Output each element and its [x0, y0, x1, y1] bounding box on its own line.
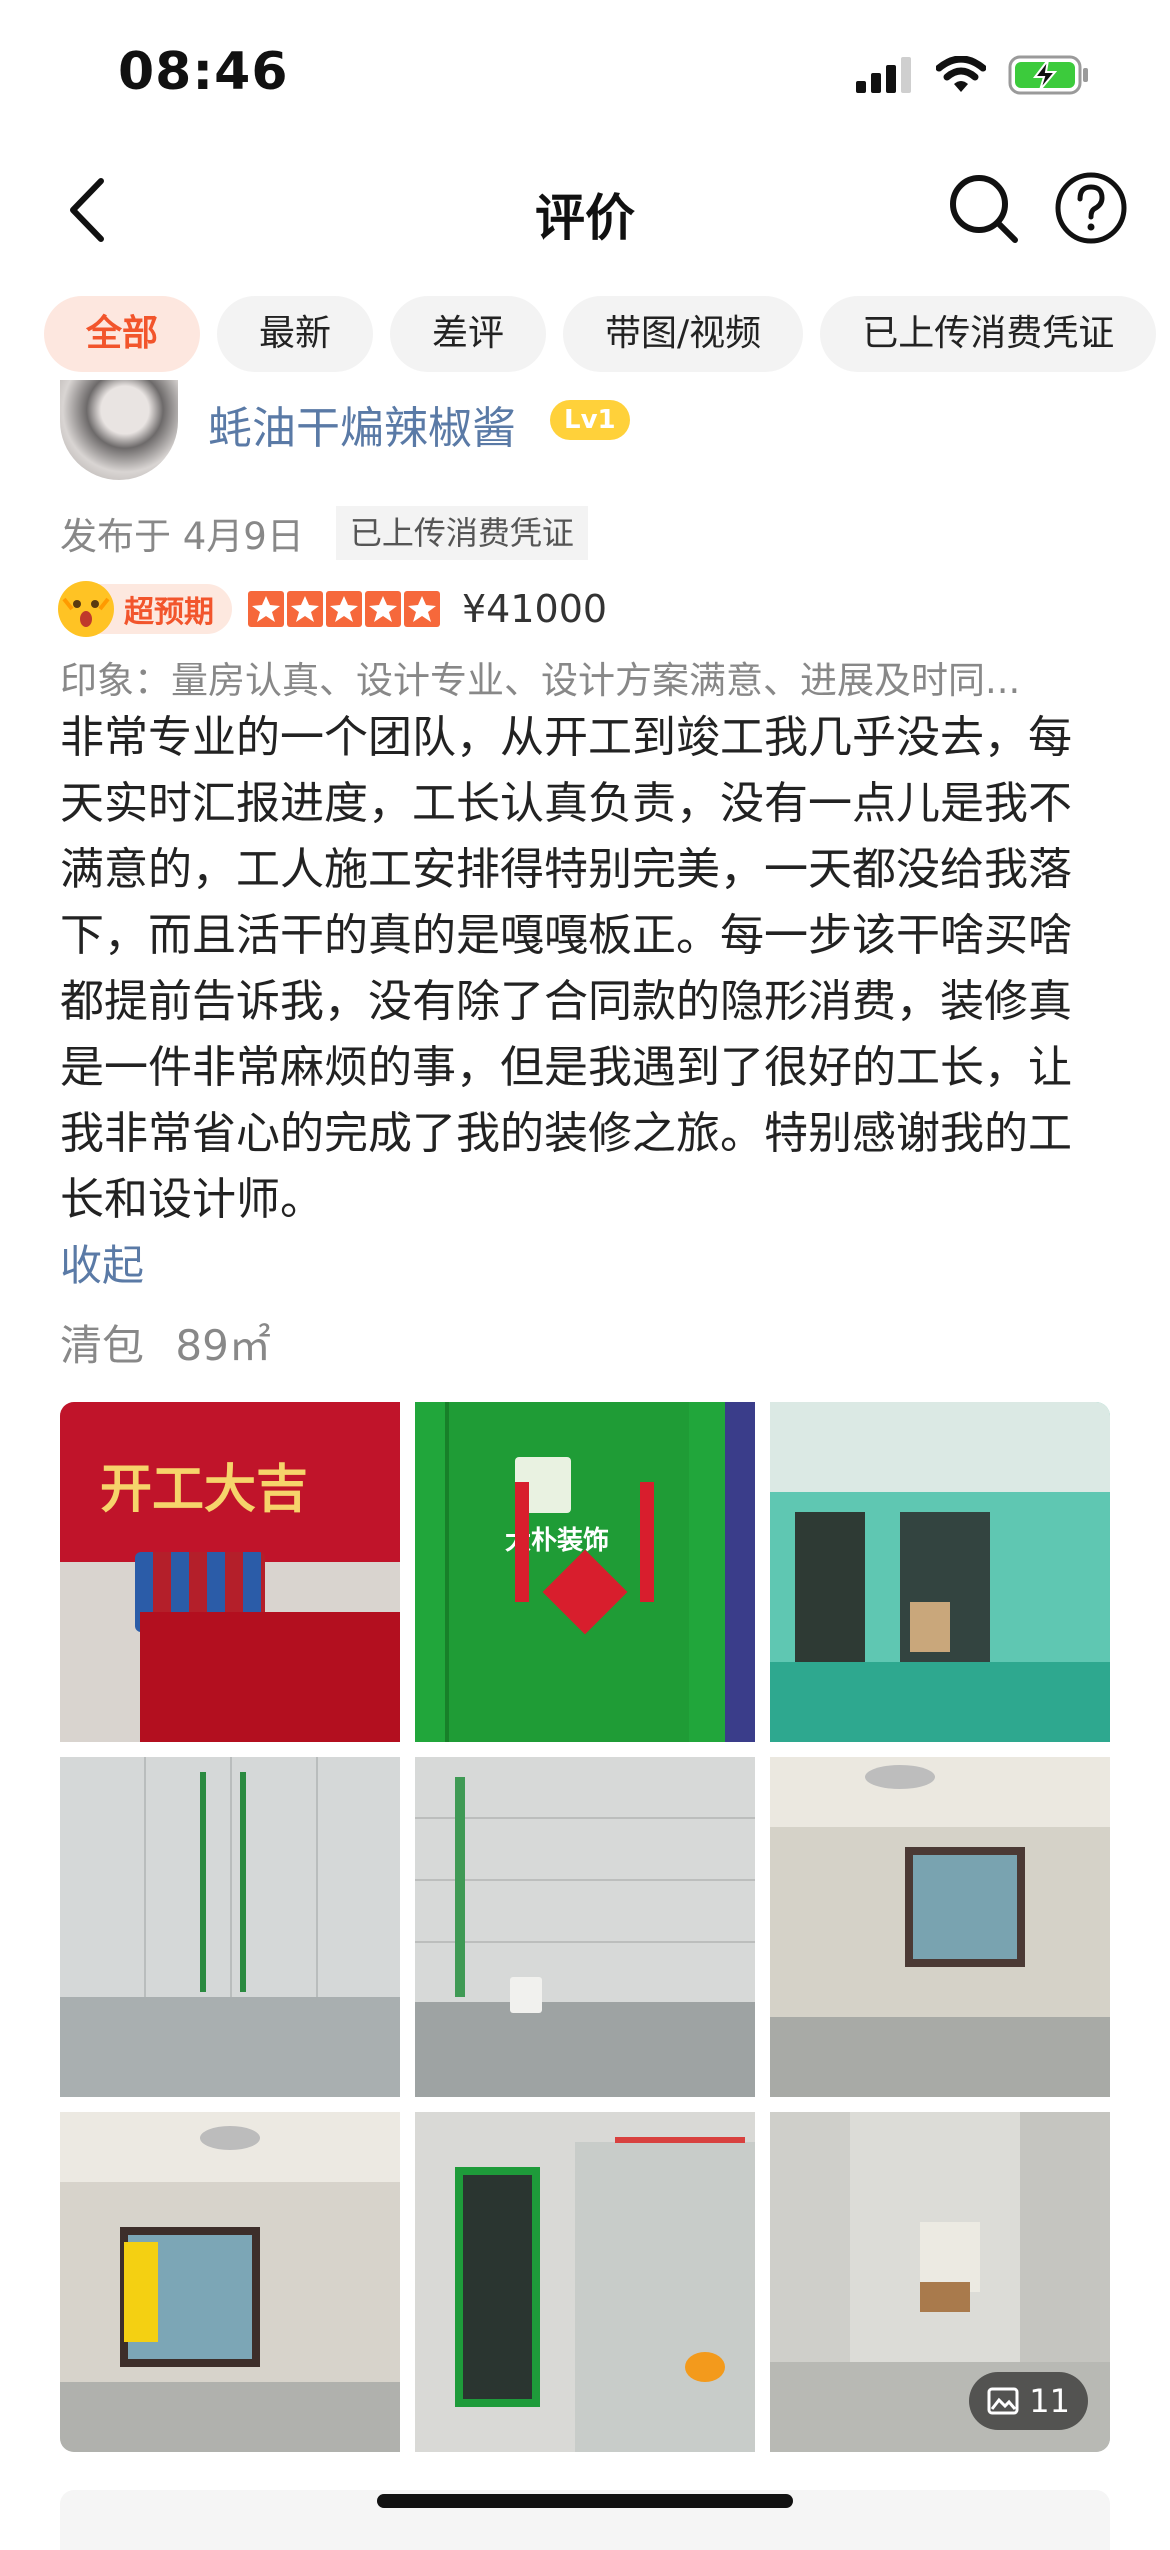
photo-bedroom-window[interactable]: [770, 1757, 1110, 2097]
photo-grid: 开工大吉 大朴装饰 11: [60, 1402, 1110, 2454]
star-icon: [248, 591, 284, 627]
reviewer-name[interactable]: 蚝油干煸辣椒酱: [208, 392, 516, 456]
project-type: 清包: [60, 1321, 145, 1370]
project-area: 89㎡: [175, 1321, 271, 1370]
level-badge: Lv1: [550, 400, 630, 440]
impression-tags: 印象：量房认真、设计专业、设计方案满意、进展及时同...: [60, 659, 1021, 702]
home-indicator: [377, 2494, 793, 2508]
surprised-face-icon: [58, 581, 114, 637]
photo-count: 11: [1029, 2382, 1070, 2420]
battery-charging-icon: [1008, 55, 1088, 95]
help-icon[interactable]: [1053, 170, 1129, 246]
publish-date: 发布于 4月9日: [60, 515, 304, 558]
star-icon: [326, 591, 362, 627]
photo-empty-room-door[interactable]: [770, 1402, 1110, 1742]
banner-text: 开工大吉: [100, 1459, 309, 1520]
satisfaction-label: 超预期: [124, 595, 214, 630]
photo-green-door[interactable]: 大朴装饰: [415, 1402, 755, 1742]
filter-chip-latest[interactable]: 最新: [217, 296, 374, 372]
review-meta: 发布于 4月9日 已上传消费凭证: [60, 505, 588, 561]
filter-chip-receipt[interactable]: 已上传消费凭证: [820, 296, 1157, 372]
review-text: 非常专业的一个团队，从开工到竣工我几乎没去，每天实时汇报进度，工长认真负责，没有…: [60, 712, 1072, 1225]
avatar[interactable]: [60, 380, 178, 480]
nav-bar: 评价: [0, 150, 1170, 270]
filter-chip-all[interactable]: 全部: [44, 296, 201, 372]
receipt-tag: 已上传消费凭证: [335, 506, 588, 560]
status-bar: 08:46: [0, 0, 1170, 150]
price: ¥41000: [462, 587, 608, 631]
star-icon: [287, 591, 323, 627]
star-icon: [404, 591, 440, 627]
filter-chip-negative[interactable]: 差评: [390, 296, 547, 372]
satisfaction-badge: 超预期: [58, 581, 232, 637]
photo-opening-ceremony[interactable]: 开工大吉: [60, 1402, 400, 1742]
status-icons: [856, 55, 1090, 95]
status-time: 08:46: [118, 42, 289, 102]
image-icon: [987, 2387, 1019, 2415]
photo-bathroom-bucket[interactable]: [415, 1757, 755, 2097]
wifi-icon: [936, 56, 986, 92]
photo-count-badge[interactable]: 11: [969, 2372, 1088, 2430]
photo-doorway-plumbing[interactable]: [415, 2112, 755, 2452]
photo-tiled-bathroom[interactable]: [60, 1757, 400, 2097]
filter-tabs: 全部 最新 差评 带图/视频 已上传消费凭证: [44, 296, 1157, 374]
search-icon[interactable]: [945, 170, 1021, 246]
photo-room-window-poster[interactable]: [60, 2112, 400, 2452]
photo-hallway[interactable]: 11: [770, 2112, 1110, 2452]
filter-chip-media[interactable]: 带图/视频: [563, 296, 804, 372]
star-rating: [248, 591, 440, 627]
signal-icon: [856, 57, 911, 93]
collapse-link[interactable]: 收起: [60, 1232, 144, 1293]
rating-row: 超预期 ¥41000: [58, 580, 608, 638]
star-icon: [365, 591, 401, 627]
project-info: 清包 89㎡: [60, 1312, 271, 1373]
